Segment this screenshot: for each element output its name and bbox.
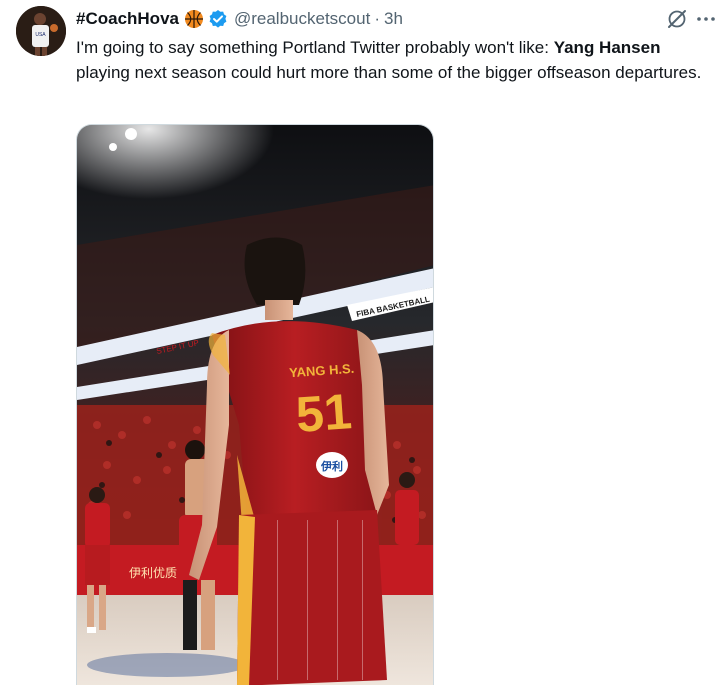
display-name[interactable]: #CoachHova [76,9,179,29]
more-icon[interactable] [694,8,718,30]
avatar[interactable]: USA [16,6,66,56]
tweet-header: #CoachHova @realbucketscout · 3h [76,8,403,30]
tweet-text-part1: I'm going to say something Portland Twit… [76,38,554,57]
tweet-image[interactable]: STEP IT UP FIBA BASKETBALL 伊利优质 YANG H.S… [76,124,434,685]
jersey-number: 51 [294,383,353,443]
basketball-icon [184,9,204,29]
tweet-text-bold: Yang Hansen [553,38,661,57]
grok-icon[interactable] [666,8,688,30]
handle[interactable]: @realbucketscout [234,9,370,29]
tweet-text: I'm going to say something Portland Twit… [76,35,706,85]
timestamp[interactable]: 3h [384,9,403,29]
ad-text: 伊利优质 [129,566,177,580]
tweet-text-part2: playing next season could hurt more than… [76,63,702,82]
svg-text:USA: USA [35,32,46,38]
verified-badge-icon[interactable] [208,9,228,29]
separator: · [374,9,380,28]
sponsor-logo: 伊利 [320,459,343,473]
